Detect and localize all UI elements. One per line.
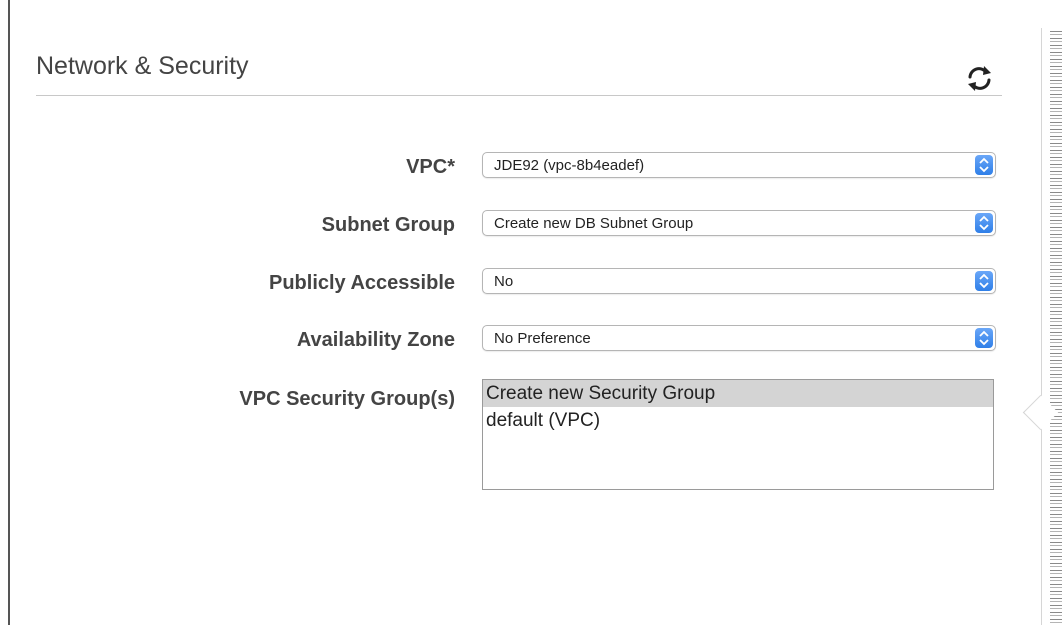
- vpc-select[interactable]: JDE92 (vpc-8b4eadef): [482, 152, 996, 178]
- publicly-accessible-label: Publicly Accessible: [268, 272, 455, 294]
- security-group-option[interactable]: Create new Security Group: [483, 380, 993, 407]
- availability-zone-row: Availability Zone No Preference: [0, 325, 1000, 355]
- publicly-accessible-select[interactable]: No: [482, 268, 996, 294]
- publicly-accessible-select-value: No: [494, 273, 514, 290]
- vpc-label: VPC*: [406, 156, 455, 178]
- left-border: [8, 0, 10, 625]
- section-title: Network & Security: [36, 52, 249, 80]
- side-panel-edge: [1041, 28, 1062, 625]
- subnet-group-row: Subnet Group Create new DB Subnet Group: [0, 210, 1000, 240]
- page: Network & Security VPC* JDE92 (vpc-8b4ea…: [0, 0, 1062, 625]
- security-group-option[interactable]: default (VPC): [483, 407, 993, 434]
- vpc-select-value: JDE92 (vpc-8b4eadef): [494, 157, 645, 174]
- availability-zone-label: Availability Zone: [296, 329, 455, 351]
- select-arrows-icon: [975, 155, 993, 175]
- subnet-group-select[interactable]: Create new DB Subnet Group: [482, 210, 996, 236]
- refresh-icon: [968, 66, 991, 91]
- select-arrows-icon: [975, 213, 993, 233]
- security-groups-label: VPC Security Group(s): [239, 388, 455, 410]
- refresh-button[interactable]: [960, 62, 1000, 94]
- security-groups-listbox[interactable]: Create new Security Group default (VPC): [482, 379, 994, 490]
- publicly-accessible-row: Publicly Accessible No: [0, 268, 1000, 298]
- availability-zone-select-value: No Preference: [494, 330, 591, 347]
- subnet-group-select-value: Create new DB Subnet Group: [494, 215, 694, 232]
- availability-zone-select[interactable]: No Preference: [482, 325, 996, 351]
- subnet-group-label: Subnet Group: [321, 214, 455, 236]
- select-arrows-icon: [975, 271, 993, 291]
- select-arrows-icon: [975, 328, 993, 348]
- vpc-row: VPC* JDE92 (vpc-8b4eadef): [0, 152, 1000, 182]
- title-divider: [36, 95, 1002, 96]
